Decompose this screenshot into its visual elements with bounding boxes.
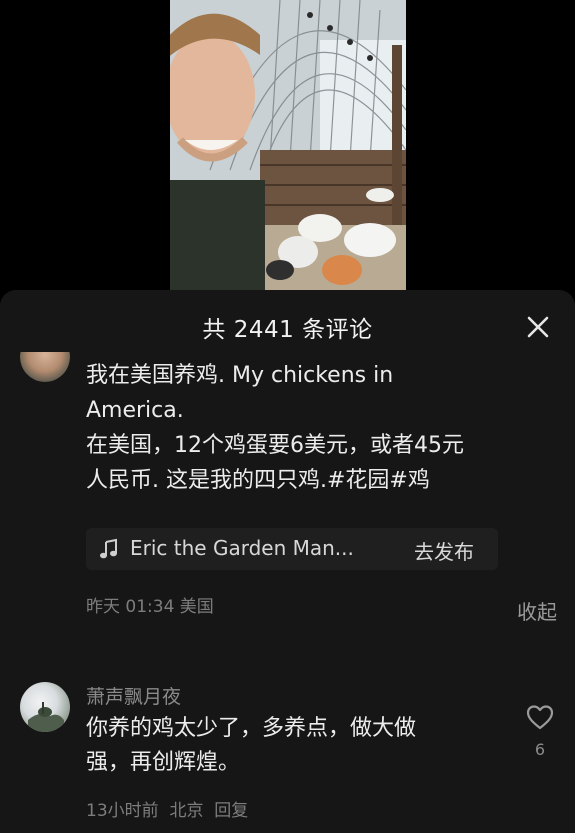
music-note-icon (100, 538, 117, 559)
comment-time: 13小时前 (86, 801, 159, 821)
video-player[interactable] (170, 0, 406, 300)
comment-text: 我在美国养鸡. My chickens in America. 在美国，12个鸡… (86, 358, 556, 498)
comment-meta: 昨天 01:34 美国 (86, 597, 214, 617)
close-button[interactable] (523, 312, 553, 342)
screen: 共 2441 条评论 我在美国养鸡. My chickens in Americ… (0, 0, 575, 833)
collapse-button[interactable]: 收起 (517, 596, 557, 625)
video-tap-area[interactable] (170, 0, 406, 300)
publish-button[interactable]: 去发布 (414, 536, 474, 565)
comments-count-title: 共 2441 条评论 (202, 317, 373, 343)
comment-line: 在美国，12个鸡蛋要6美元，或者45元 (86, 433, 464, 458)
avatar-image (20, 352, 70, 382)
like-button[interactable] (525, 702, 555, 732)
commenter-avatar[interactable] (20, 682, 70, 732)
comments-sheet: 共 2441 条评论 我在美国养鸡. My chickens in Americ… (0, 290, 575, 833)
comment-location: 北京 (169, 801, 204, 821)
comment-line: 人民币. 这是我的四只鸡.#花园#鸡 (86, 468, 430, 493)
comment-line: America. (86, 398, 184, 423)
heart-icon (526, 705, 554, 730)
comment-line: 你养的鸡太少了，多养点，做大做 (86, 716, 417, 741)
reply-button[interactable]: 回复 (214, 801, 248, 821)
close-icon (527, 316, 549, 338)
comment-item: 萧声飘月夜 你养的鸡太少了，多养点，做大做 强，再创辉煌。 13小时前 北京 回… (0, 672, 575, 833)
music-chip[interactable]: Eric the Garden Man... 去发布 (86, 528, 498, 570)
like-count: 6 (534, 740, 546, 759)
author-avatar[interactable] (20, 352, 70, 382)
comment-text: 你养的鸡太少了，多养点，做大做 强，再创辉煌。 (86, 712, 516, 780)
comment-meta: 13小时前 北京 回复 (86, 796, 248, 821)
expanded-comment: 我在美国养鸡. My chickens in America. 在美国，12个鸡… (0, 352, 575, 648)
comment-line: 我在美国养鸡. My chickens in (86, 363, 394, 388)
song-name[interactable]: Eric the Garden Man... (130, 536, 354, 560)
commenter-name[interactable]: 萧声飘月夜 (86, 682, 181, 709)
comment-line: 强，再创辉煌。 (86, 750, 241, 775)
comments-header: 共 2441 条评论 (0, 290, 575, 364)
avatar-image (28, 702, 64, 732)
